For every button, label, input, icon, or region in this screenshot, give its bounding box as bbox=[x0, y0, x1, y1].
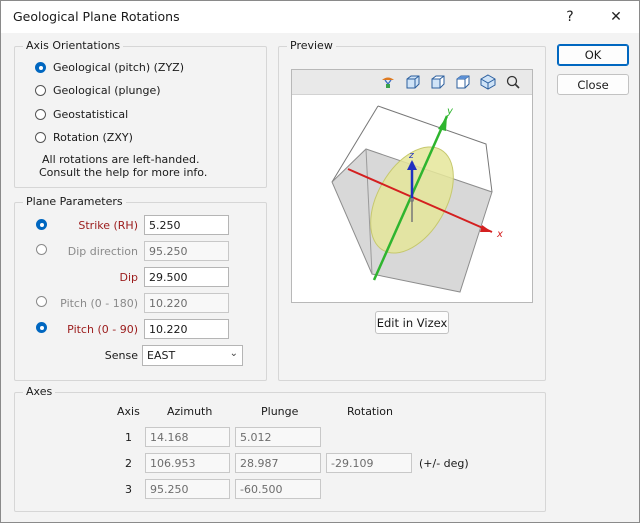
radio-label: Geological (pitch) (ZYZ) bbox=[53, 61, 185, 74]
axis-1-plunge-input[interactable] bbox=[235, 427, 321, 447]
pitch-90-label: Pitch (0 - 90) bbox=[67, 323, 138, 336]
radio-circle[interactable] bbox=[35, 62, 46, 73]
chevron-down-icon: ⌄ bbox=[229, 348, 238, 359]
axes-group: Axes Axis Azimuth Plunge Rotation 1 2 (+… bbox=[14, 385, 546, 512]
pitch-180-input[interactable] bbox=[144, 293, 229, 313]
z-axis-label: z bbox=[408, 151, 414, 161]
axis-2-azimuth-input[interactable] bbox=[145, 453, 230, 473]
axis-row-3-label: 3 bbox=[125, 483, 132, 496]
cube-view-3-icon[interactable] bbox=[454, 73, 472, 91]
x-axis-label: x bbox=[496, 229, 503, 240]
note-line-2: Consult the help for more info. bbox=[39, 166, 208, 179]
azimuth-header: Azimuth bbox=[167, 405, 213, 418]
radio-geostatistical[interactable]: Geostatistical bbox=[35, 108, 128, 121]
radio-pitch-90[interactable] bbox=[36, 322, 47, 333]
axis-1-azimuth-input[interactable] bbox=[145, 427, 230, 447]
sense-label: Sense bbox=[104, 349, 138, 362]
rotation-header: Rotation bbox=[347, 405, 394, 418]
dip-direction-input[interactable] bbox=[144, 241, 229, 261]
axis-header: Axis bbox=[117, 405, 140, 418]
radio-dip-direction[interactable] bbox=[36, 244, 47, 255]
axis-2-plunge-input[interactable] bbox=[235, 453, 321, 473]
radio-label: Geostatistical bbox=[53, 108, 129, 121]
axis-row-2-label: 2 bbox=[125, 457, 132, 470]
close-window-button[interactable]: ✕ bbox=[593, 1, 639, 33]
title-bar: Geological Plane Rotations ? ✕ bbox=[1, 1, 639, 33]
radio-label: Geological (plunge) bbox=[53, 84, 161, 97]
dip-direction-label: Dip direction bbox=[67, 245, 138, 258]
preview-toolbar bbox=[292, 70, 532, 95]
radio-label: Rotation (ZXY) bbox=[53, 131, 133, 144]
dip-label: Dip bbox=[119, 271, 138, 284]
cube-view-4-icon[interactable] bbox=[479, 73, 497, 91]
strike-label: Strike (RH) bbox=[78, 219, 138, 232]
axis-orientations-label: Axis Orientations bbox=[23, 39, 124, 52]
preview-label: Preview bbox=[287, 39, 336, 52]
pitch-90-input[interactable] bbox=[144, 319, 229, 339]
plane-parameters-label: Plane Parameters bbox=[23, 195, 126, 208]
axis-row-1-label: 1 bbox=[125, 431, 132, 444]
dip-input[interactable] bbox=[144, 267, 229, 287]
deg-note: (+/- deg) bbox=[419, 457, 469, 470]
axes-label: Axes bbox=[23, 385, 56, 398]
y-axis-label: y bbox=[446, 106, 454, 117]
orientation-3d-view: x y z bbox=[331, 105, 503, 293]
preview-viewport[interactable]: x y z bbox=[291, 69, 533, 303]
radio-circle[interactable] bbox=[35, 109, 46, 120]
cube-view-1-icon[interactable] bbox=[404, 73, 422, 91]
palette-icon[interactable] bbox=[379, 73, 397, 91]
axis-2-rotation-input[interactable] bbox=[326, 453, 412, 473]
pitch-180-label: Pitch (0 - 180) bbox=[60, 297, 138, 310]
note-line-1: All rotations are left-handed. bbox=[42, 153, 200, 166]
radio-pitch-180[interactable] bbox=[36, 296, 47, 307]
close-button[interactable]: Close bbox=[557, 74, 629, 95]
strike-input[interactable] bbox=[144, 215, 229, 235]
y-axis-arrow bbox=[438, 116, 447, 131]
window-title: Geological Plane Rotations bbox=[13, 9, 180, 24]
axis-3-azimuth-input[interactable] bbox=[145, 479, 230, 499]
help-button[interactable]: ? bbox=[547, 1, 593, 33]
radio-geological-pitch[interactable]: Geological (pitch) (ZYZ) bbox=[35, 61, 184, 74]
plunge-header: Plunge bbox=[261, 405, 299, 418]
x-axis-arrow bbox=[480, 225, 492, 232]
dialog-window: Geological Plane Rotations ? ✕ Axis Orie… bbox=[0, 0, 640, 523]
sense-value: EAST bbox=[147, 349, 176, 362]
radio-geological-plunge[interactable]: Geological (plunge) bbox=[35, 84, 161, 97]
plane-parameters-group: Plane Parameters Strike (RH) Dip directi… bbox=[14, 195, 267, 381]
ok-button[interactable]: OK bbox=[557, 44, 629, 66]
zoom-icon[interactable] bbox=[504, 73, 522, 91]
cube-view-2-icon[interactable] bbox=[429, 73, 447, 91]
axis-orientations-group: Axis Orientations Geological (pitch) (ZY… bbox=[14, 39, 267, 188]
radio-rotation-zxy[interactable]: Rotation (ZXY) bbox=[35, 131, 133, 144]
radio-circle[interactable] bbox=[35, 85, 46, 96]
edit-in-vizex-button[interactable]: Edit in Vizex bbox=[375, 311, 449, 334]
radio-circle[interactable] bbox=[35, 132, 46, 143]
radio-strike[interactable] bbox=[36, 219, 47, 230]
axis-3-plunge-input[interactable] bbox=[235, 479, 321, 499]
sense-select[interactable]: EAST ⌄ bbox=[142, 345, 243, 366]
